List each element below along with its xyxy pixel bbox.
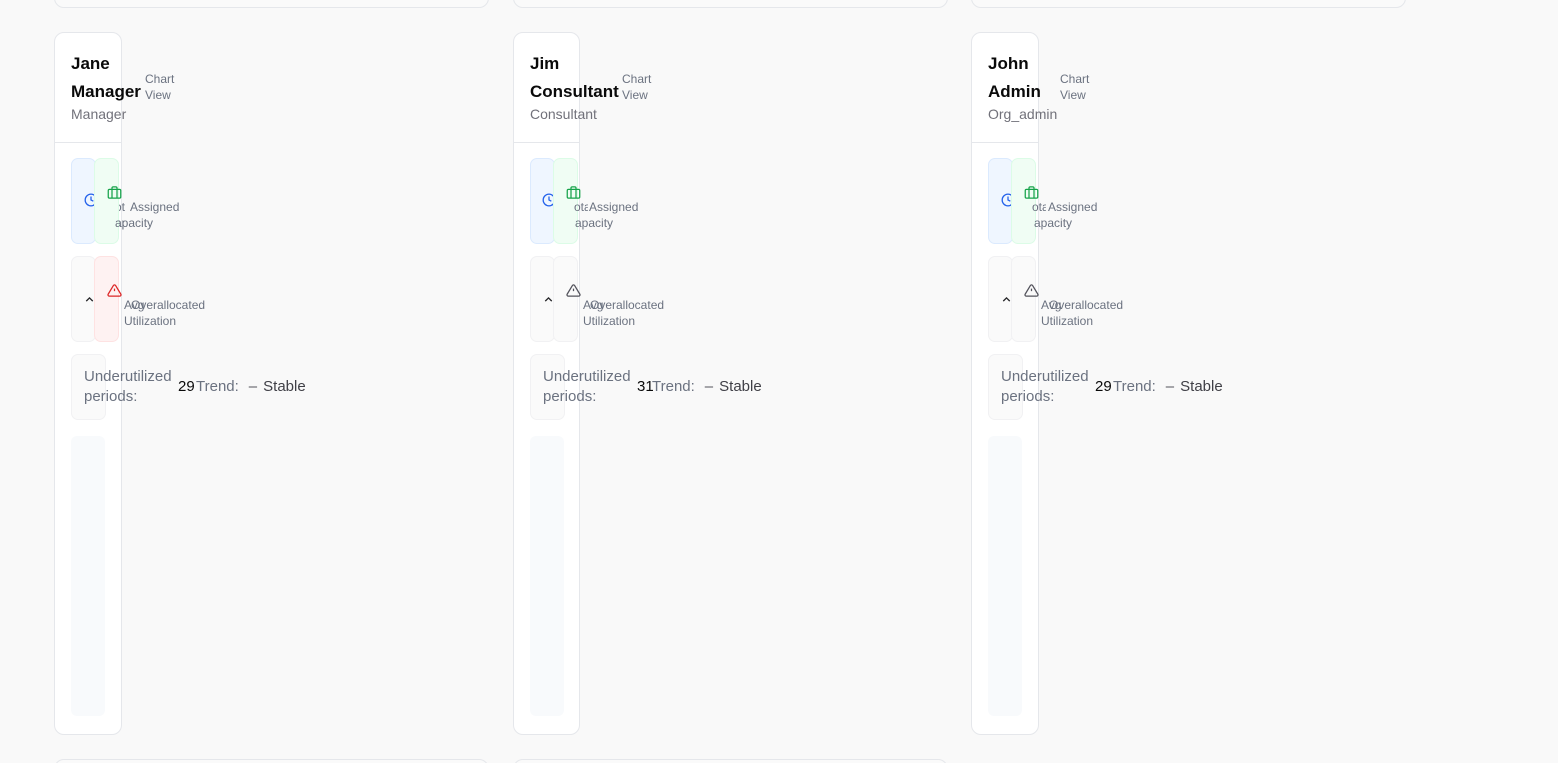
utilization-label: Utilization <box>583 314 636 328</box>
user-name: Jane Manager <box>71 54 141 101</box>
utilization-label: Utilization <box>124 314 177 328</box>
briefcase-icon <box>566 185 581 200</box>
trend-indicator: Trend: – Stable <box>1113 378 1223 395</box>
trend-indicator: Trend: – Stable <box>652 378 762 395</box>
previous-card-row-item <box>54 0 489 8</box>
assigned-label: Assigned <box>589 200 639 214</box>
chart-view-toggle[interactable]: Chart View <box>1060 71 1089 103</box>
assigned-label: Assigned <box>1048 200 1098 214</box>
briefcase-icon <box>107 185 122 200</box>
briefcase-icon <box>1024 185 1039 200</box>
chart-view-toggle[interactable]: Chart View <box>145 71 174 103</box>
user-name: John Admin <box>988 54 1041 101</box>
user-role: Manager <box>71 106 127 122</box>
next-card-row-item <box>54 759 489 763</box>
underutilized-label: Underutilized periods: <box>84 368 172 405</box>
overallocated-tile <box>1011 256 1036 342</box>
overallocated-label: Overallocated <box>1049 298 1124 312</box>
warning-icon <box>107 283 122 298</box>
assigned-label: Assigned <box>130 200 180 214</box>
total-capacity-label: otal <box>574 200 588 214</box>
card-header: Jane Manager Manager Chart View <box>55 33 174 143</box>
previous-card-row-item <box>513 0 948 8</box>
underutilized-count: 29 <box>178 378 195 395</box>
overallocated-label: Overallocated <box>131 298 206 312</box>
capacity-label-fragment: apacity <box>115 216 154 230</box>
total-capacity-label: otal <box>1032 200 1046 214</box>
trend-dash-icon: – <box>1165 378 1175 395</box>
user-role: Consultant <box>530 106 597 122</box>
warning-icon <box>1024 283 1039 298</box>
card-header: Jim Consultant Consultant Chart View <box>514 33 651 143</box>
underutilized-label: Underutilized periods: <box>1001 368 1089 405</box>
previous-card-row-item <box>971 0 1406 8</box>
underutilized-label: Underutilized periods: <box>543 368 631 405</box>
trend-indicator: Trend: – Stable <box>196 378 306 395</box>
user-name: Jim Consultant <box>530 54 619 101</box>
trend-dash-icon: – <box>704 378 714 395</box>
card-header: John Admin Org_admin Chart View <box>972 33 1089 143</box>
overallocated-label: Overallocated <box>590 298 665 312</box>
next-card-row-item <box>513 759 948 763</box>
utilization-label: Utilization <box>1041 314 1094 328</box>
utilization-chart <box>988 436 1022 716</box>
trend-dash-icon: – <box>248 378 258 395</box>
assigned-tile <box>94 158 119 244</box>
utilization-chart <box>71 436 105 716</box>
warning-icon <box>566 283 581 298</box>
overallocated-tile <box>94 256 119 342</box>
utilization-chart <box>530 436 564 716</box>
capacity-label-fragment: apacity <box>1034 216 1073 230</box>
capacity-label-fragment: apacity <box>575 216 614 230</box>
chart-view-toggle[interactable]: Chart View <box>622 71 651 103</box>
underutilized-count: 29 <box>1095 378 1112 395</box>
overallocated-tile <box>553 256 578 342</box>
user-role: Org_admin <box>988 106 1058 122</box>
